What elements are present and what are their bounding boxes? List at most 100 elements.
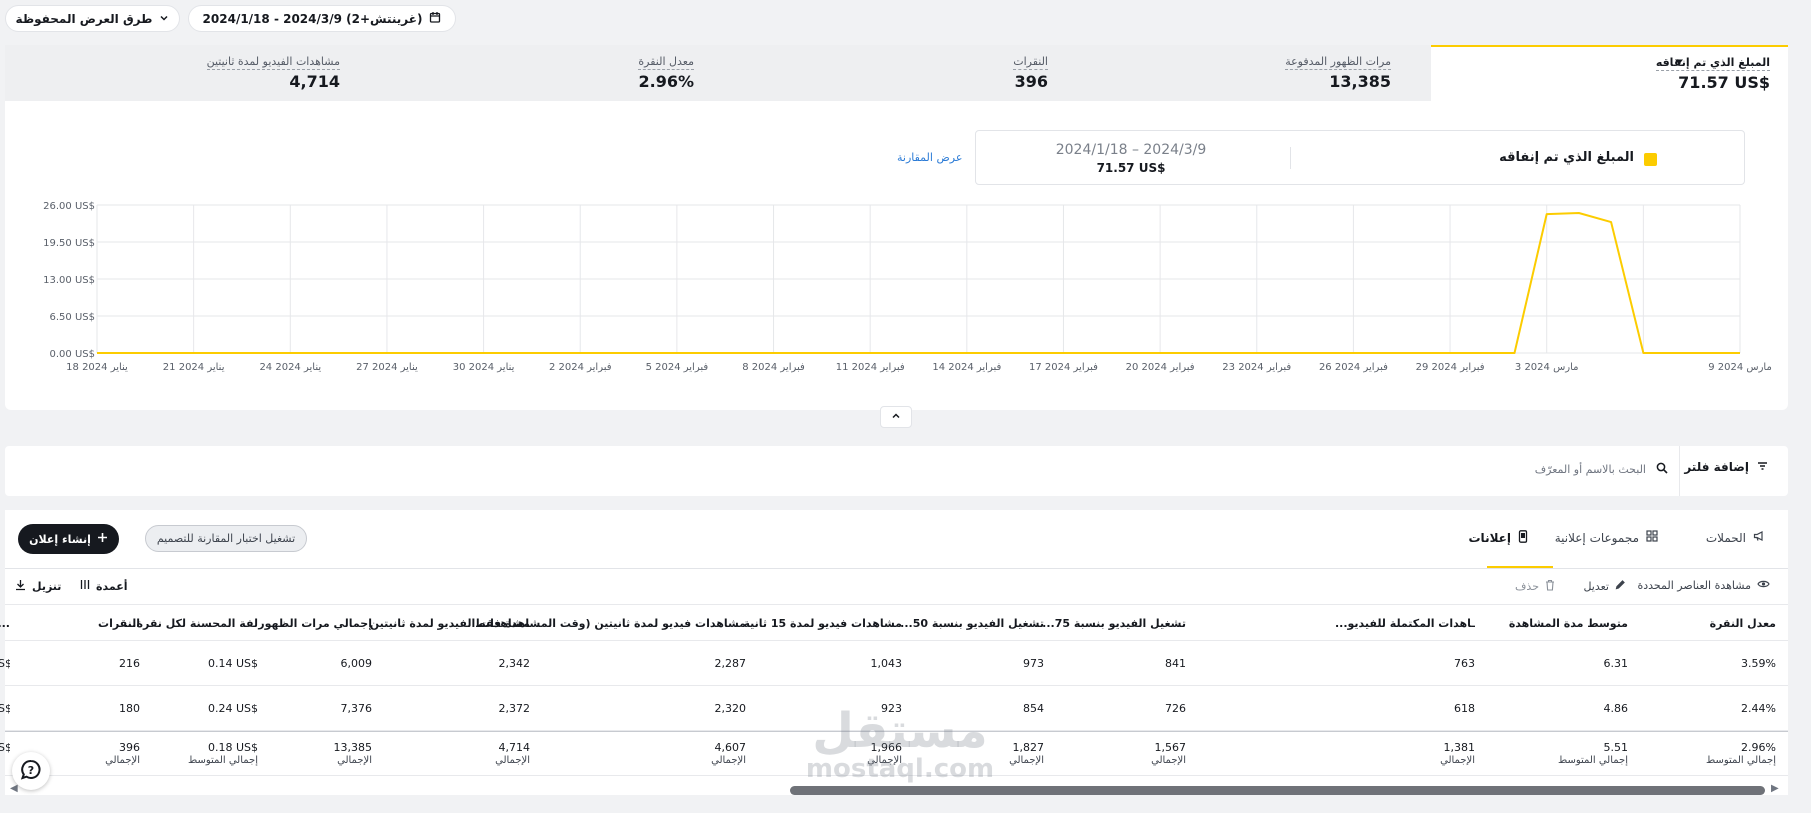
download-label: تنزيل [32,580,62,593]
x-tick-label: 30 يناير 2024 [453,362,515,373]
table-cell: 4.86 [1603,701,1629,715]
help-icon: ? [20,759,42,784]
add-filter-button[interactable]: إضافة فلتر [1684,460,1768,474]
x-tick-label: 20 فبراير 2024 [1126,362,1195,373]
total-value: 4,607 [714,740,747,754]
total-value: 0.18 US$ [207,740,258,754]
x-tick-label: 5 فبراير 2024 [646,362,709,373]
tab-ad-sets[interactable]: مجموعات إعلانية [1555,530,1658,545]
view-selected-button[interactable]: مشاهدة العناصر المحددة [1638,579,1771,592]
metric-card-impressions[interactable]: مرات الظهور المدفوعة 13,385 [1050,45,1407,101]
megaphone-icon [1753,530,1766,545]
total-cell: 1,381 الإجمالي [1315,732,1475,775]
filter-icon [1757,460,1768,474]
delete-button[interactable]: حذف [1515,579,1555,594]
horizontal-scrollbar[interactable] [790,786,1765,795]
metric-label: النقرات [1013,55,1048,70]
y-tick-label: 13.00 US$ [43,275,95,286]
column-header[interactable]: مشاهدات الفيديو لمدة ثانيتين [350,606,530,640]
download-icon [15,579,26,594]
search-input[interactable]: البحث بالاسم أو المعرّف [1535,462,1668,477]
tab-label: إعلانات [1468,531,1512,545]
x-tick-label: 26 فبراير 2024 [1319,362,1388,373]
column-header[interactable]: ...ـاهدات المكتملة للفيديو [1315,606,1475,640]
total-value: 1,381 [1443,740,1476,754]
x-tick-label: 18 يناير 2024 [66,362,128,373]
metric-card-video-views[interactable]: مشاهدات الفيديو لمدة ثانيتين 4,714 [0,45,340,101]
total-label: إجمالي المتوسط [1705,754,1776,766]
x-tick-label: 17 فبراير 2024 [1029,362,1098,373]
column-header[interactable]: ...تشغيل الفيديو بنسبة 50 [894,606,1044,640]
table-cell: 841 [1165,656,1186,670]
column-header[interactable]: معدل النقرة [1636,606,1776,640]
total-value: 5.51 [1603,740,1629,754]
x-tick-label: 27 يناير 2024 [356,362,418,373]
scroll-left-arrow-icon[interactable]: ◀ [10,783,18,794]
tab-ads[interactable]: إعلانات [1469,530,1529,546]
table-cell: 2.44% [1741,701,1776,715]
table-cell: US$ [0,701,10,715]
series-line-spend [97,212,1740,354]
delete-label: حذف [1515,580,1539,593]
metric-value: 2.96% [638,72,694,91]
eye-icon [1757,579,1770,592]
x-tick-label: 14 فبراير 2024 [932,362,1001,373]
metric-card-spend[interactable]: المبلغ الذي تم إنفاقه 71.57 US$ [1431,45,1788,101]
saved-views-dropdown[interactable]: طرق العرض المحفوظة [5,5,180,32]
total-value: 1,567 [1154,740,1187,754]
x-tick-label: 2 فبراير 2024 [549,362,612,373]
y-tick-label: 0.00 US$ [50,349,95,360]
total-value: 396 [119,740,140,754]
tab-label: مجموعات إعلانية [1554,530,1639,545]
collapse-chart-button[interactable] [880,406,912,428]
metric-label: مرات الظهور المدفوعة [1285,55,1391,70]
date-range-picker[interactable]: 2024/1/18 - 2024/3/9 (غرينتش+2) [188,5,456,32]
total-label: الإجمالي [337,754,372,766]
metric-value: 396 [1014,72,1048,91]
metric-value: 71.57 US$ [1678,73,1770,92]
column-header[interactable]: النقرات [40,606,140,640]
scroll-right-arrow-icon[interactable]: ▶ [1771,783,1779,794]
download-button[interactable]: تنزيل [15,579,61,594]
x-tick-label: 9 مارس 2024 [1708,362,1772,373]
date-range-text: 2024/1/18 - 2024/3/9 (غرينتش+2) [202,11,423,26]
column-header[interactable]: ...تشغيل الفيديو بنسبة 75 [1026,606,1186,640]
tab-campaigns[interactable]: الحملات [1706,530,1766,545]
column-header[interactable]: مشاهدات فيديو لمدة 15 ثانية [742,606,902,640]
column-header[interactable]: متوسط مدة المشاهدة [1483,606,1628,640]
create-ad-button[interactable]: إنشاء إعلان [18,524,119,554]
total-cell: US$ا [0,732,10,775]
column-header[interactable]: ... [0,606,10,640]
columns-icon [80,579,90,593]
metric-value: 13,385 [1329,72,1391,91]
y-tick-label: 19.50 US$ [43,238,95,249]
table-row[interactable]: 3.59% 6.31 763 841 973 1,043 2,287 2,342 6,009 0.… [0,641,1788,686]
filter-divider [1679,446,1680,496]
edit-label: تعديل [1583,579,1609,593]
table-header: معدل النقرة متوسط مدة المشاهدة ...ـاهدات ا… [0,606,1788,641]
create-ad-label: إنشاء إعلان [29,532,91,546]
table-cell: 2,372 [498,701,531,715]
compare-link[interactable]: عرض المقارنة [897,151,962,164]
help-chat-button[interactable]: ? [12,752,50,790]
columns-button[interactable]: أعمدة [80,579,128,593]
total-value: 4,714 [498,740,531,754]
total-label: الإجمالي [495,754,530,766]
table-cell: 618 [1454,701,1475,715]
saved-views-label: طرق العرض المحفوظة [15,11,153,26]
level-tabs: الحملات مجموعات إعلانية إعلانات [1388,510,1788,569]
x-tick-label: 3 مارس 2024 [1515,362,1579,373]
total-cell: 2.96% إجمالي المتوسط [1636,732,1776,775]
metric-label: مشاهدات الفيديو لمدة ثانيتين [206,55,340,70]
metric-card-clicks[interactable]: النقرات 396 [694,45,1051,101]
edit-button[interactable]: تعديل [1583,579,1626,593]
add-filter-label: إضافة فلتر [1684,460,1749,474]
watermark: مستقل mostaql.com [780,705,1020,782]
metric-card-ctr[interactable]: معدل النقرة 2.96% [337,45,694,101]
chevron-up-icon [891,411,901,424]
table-cell: 216 [119,656,140,670]
table-cell: 726 [1165,701,1186,715]
x-tick-label: 29 فبراير 2024 [1416,362,1485,373]
total-value: 13,385 [333,740,373,754]
ab-test-button[interactable]: تشغيل اختبار المقارنة للتصميم [145,525,307,552]
